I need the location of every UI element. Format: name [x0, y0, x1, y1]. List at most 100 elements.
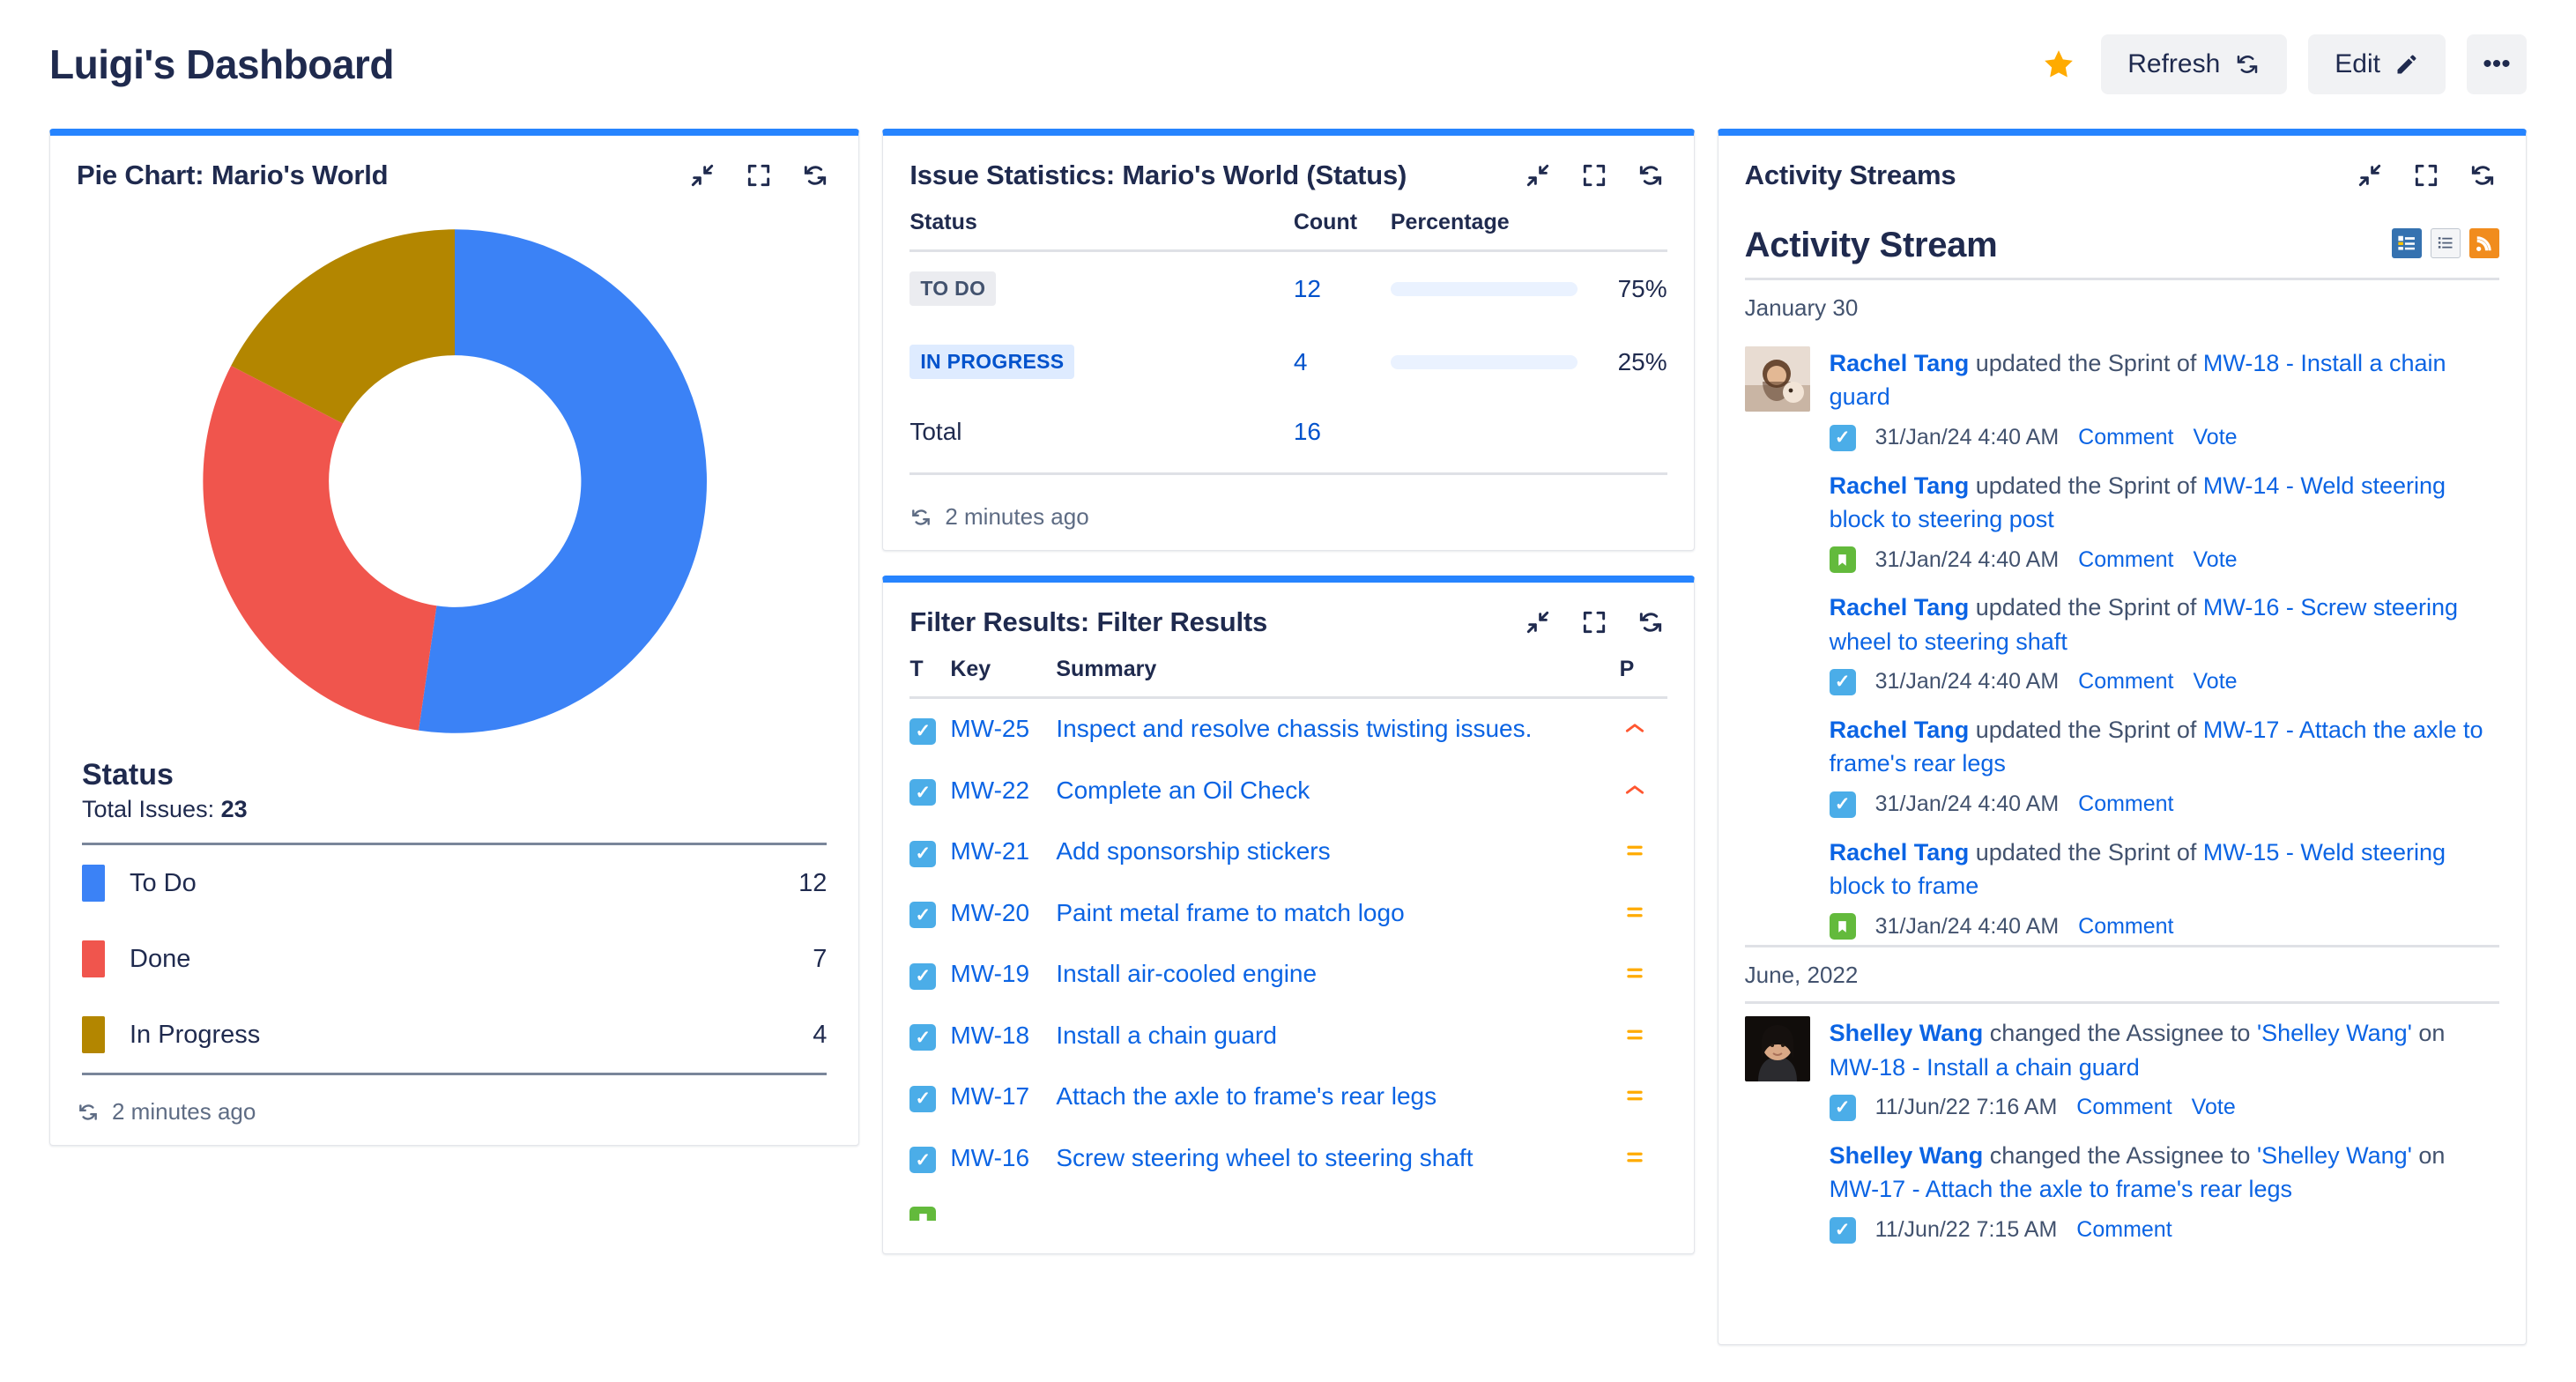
issue-summary-link[interactable]: Add sponsorship stickers: [1056, 837, 1330, 865]
activity-action-comment[interactable]: Comment: [2076, 1095, 2171, 1120]
legend-label-done: Done: [130, 944, 191, 973]
task-type-icon: ✓: [1829, 1216, 1856, 1244]
legend-item-done[interactable]: Done 7: [82, 921, 827, 997]
activity-action-comment[interactable]: Comment: [2078, 791, 2173, 817]
issue-key-link[interactable]: MW-20: [950, 899, 1029, 926]
count-link[interactable]: 12: [1294, 275, 1321, 302]
status-badge: TO DO: [909, 271, 997, 306]
legend-table: To Do 12 Done 7 In Progress 4: [82, 843, 828, 1075]
refresh-icon[interactable]: [1634, 159, 1667, 192]
pie-chart-panel: Pie Chart: Mario's World Status Total Is…: [49, 129, 860, 1146]
task-type-icon: ✓: [1829, 424, 1856, 451]
activity-action-vote[interactable]: Vote: [2194, 425, 2238, 450]
activity-date-heading: June, 2022: [1744, 945, 2499, 1005]
activity-user-link[interactable]: Rachel Tang: [1830, 717, 1970, 743]
activity-user-link[interactable]: Rachel Tang: [1830, 594, 1970, 620]
legend-item-todo[interactable]: To Do 12: [82, 845, 827, 921]
activity-timestamp: 11/Jun/22 7:15 AM: [1874, 1217, 2058, 1243]
activity-entry-meta: ✓ 11/Jun/22 7:15 AM Comment: [1829, 1216, 2499, 1244]
activity-entry-body: Rachel Tang updated the Sprint of MW-17 …: [1829, 713, 2499, 818]
activity-issue-link[interactable]: MW-17 - Attach the axle to frame's rear …: [1830, 1176, 2292, 1202]
issue-summary-link[interactable]: Paint metal frame to match logo: [1056, 899, 1404, 926]
task-type-icon: ✓: [1829, 1094, 1856, 1121]
legend-swatch-done: [82, 940, 105, 977]
activity-action-vote[interactable]: Vote: [2194, 547, 2238, 573]
issue-statistics-panel: Issue Statistics: Mario's World (Status): [882, 129, 1695, 551]
dashboard-grid: Pie Chart: Mario's World Status Total Is…: [0, 129, 2576, 1382]
legend-total-label: Total Issues:: [82, 796, 215, 822]
pie-chart-graphic: [50, 210, 858, 758]
table-row: ✓ MW-22 Complete an Oil Check: [909, 761, 1667, 822]
minimize-icon[interactable]: [686, 159, 719, 192]
table-row: ✓ MW-20 Paint metal frame to match logo: [909, 883, 1667, 945]
list-view-icon[interactable]: [2392, 228, 2422, 258]
pie-chart-panel-header: Pie Chart: Mario's World: [50, 136, 858, 210]
activity-assignee-link[interactable]: 'Shelley Wang': [2257, 1020, 2412, 1046]
priority-medium-icon: [1620, 899, 1650, 925]
activity-user-link[interactable]: Rachel Tang: [1830, 472, 1970, 499]
dashboard-column-middle: Issue Statistics: Mario's World (Status): [882, 129, 1695, 1254]
activity-action-comment[interactable]: Comment: [2078, 547, 2173, 573]
activity-stream-view-icons: [2392, 228, 2499, 265]
activity-action-vote[interactable]: Vote: [2192, 1095, 2236, 1120]
issue-key-link[interactable]: MW-18: [950, 1022, 1029, 1049]
activity-entry-body: Rachel Tang updated the Sprint of MW-16 …: [1829, 591, 2499, 695]
status-badge: IN PROGRESS: [909, 345, 1075, 379]
activity-action-vote[interactable]: Vote: [2194, 669, 2238, 695]
column-header-count: Count: [1293, 210, 1391, 252]
refresh-icon[interactable]: [2466, 159, 2499, 192]
favorite-star-button[interactable]: [2038, 43, 2080, 85]
refresh-icon[interactable]: [798, 159, 832, 192]
activity-action-comment[interactable]: Comment: [2078, 669, 2173, 695]
table-row: ✓ MW-16 Screw steering wheel to steering s…: [909, 1128, 1667, 1190]
activity-entry-meta: 31/Jan/24 4:40 AM Comment Vote: [1829, 546, 2499, 574]
maximize-icon[interactable]: [1578, 159, 1611, 192]
count-link[interactable]: 4: [1294, 348, 1308, 375]
activity-user-link[interactable]: Rachel Tang: [1830, 350, 1970, 376]
maximize-icon[interactable]: [2409, 159, 2443, 192]
issue-summary-link[interactable]: Install air-cooled engine: [1056, 960, 1317, 987]
refresh-icon[interactable]: [1634, 606, 1667, 639]
activity-date-heading: January 30: [1744, 294, 1859, 321]
activity-user-link[interactable]: Shelley Wang: [1830, 1142, 1984, 1169]
activity-assignee-link[interactable]: 'Shelley Wang': [2257, 1142, 2412, 1169]
activity-action-comment[interactable]: Comment: [2076, 1217, 2171, 1243]
refresh-icon: [2238, 56, 2258, 73]
column-header-percentage: Percentage: [1390, 210, 1667, 252]
more-options-button[interactable]: •••: [2467, 34, 2527, 94]
activity-user-link[interactable]: Shelley Wang: [1830, 1020, 1984, 1046]
legend-item-inprogress[interactable]: In Progress 4: [82, 997, 827, 1073]
issue-summary-link[interactable]: Attach the axle to frame's rear legs: [1056, 1082, 1436, 1110]
activity-issue-link[interactable]: MW-18 - Install a chain guard: [1830, 1054, 2140, 1081]
dashboard-header: Luigi's Dashboard Refresh Edit •••: [0, 0, 2576, 129]
rss-icon[interactable]: [2469, 228, 2499, 258]
issue-summary-link[interactable]: Screw steering wheel to steering shaft: [1056, 1144, 1473, 1171]
issue-summary-link[interactable]: Inspect and resolve chassis twisting iss…: [1056, 715, 1532, 742]
activity-streams-panel: Activity Streams Activity Stream January…: [1717, 129, 2527, 1345]
detail-view-icon[interactable]: [2431, 228, 2461, 258]
total-count-link[interactable]: 16: [1294, 418, 1321, 445]
issue-key-link[interactable]: MW-19: [950, 960, 1029, 987]
activity-user-link[interactable]: Rachel Tang: [1830, 839, 1970, 866]
edit-button[interactable]: Edit: [2308, 34, 2446, 94]
legend-value-done: 7: [813, 944, 828, 973]
issue-key-link[interactable]: MW-16: [950, 1144, 1029, 1171]
refresh-button[interactable]: Refresh: [2101, 34, 2288, 94]
minimize-icon[interactable]: [1521, 606, 1555, 639]
activity-action-comment[interactable]: Comment: [2078, 914, 2173, 940]
issue-key-link[interactable]: MW-25: [950, 715, 1029, 742]
issue-summary-link[interactable]: Complete an Oil Check: [1056, 776, 1310, 804]
issue-key-link[interactable]: MW-17: [950, 1082, 1029, 1110]
table-row: TO DO 12 75%: [909, 251, 1667, 326]
priority-medium-icon: [1620, 1022, 1650, 1048]
task-type-icon: ✓: [909, 1024, 937, 1051]
minimize-icon[interactable]: [2353, 159, 2387, 192]
issue-summary-link[interactable]: Install a chain guard: [1056, 1022, 1277, 1049]
maximize-icon[interactable]: [742, 159, 776, 192]
maximize-icon[interactable]: [1578, 606, 1611, 639]
minimize-icon[interactable]: [1521, 159, 1555, 192]
activity-action-comment[interactable]: Comment: [2078, 425, 2173, 450]
pie-slice-done: [203, 366, 437, 731]
issue-key-link[interactable]: MW-22: [950, 776, 1029, 804]
issue-key-link[interactable]: MW-21: [950, 837, 1029, 865]
